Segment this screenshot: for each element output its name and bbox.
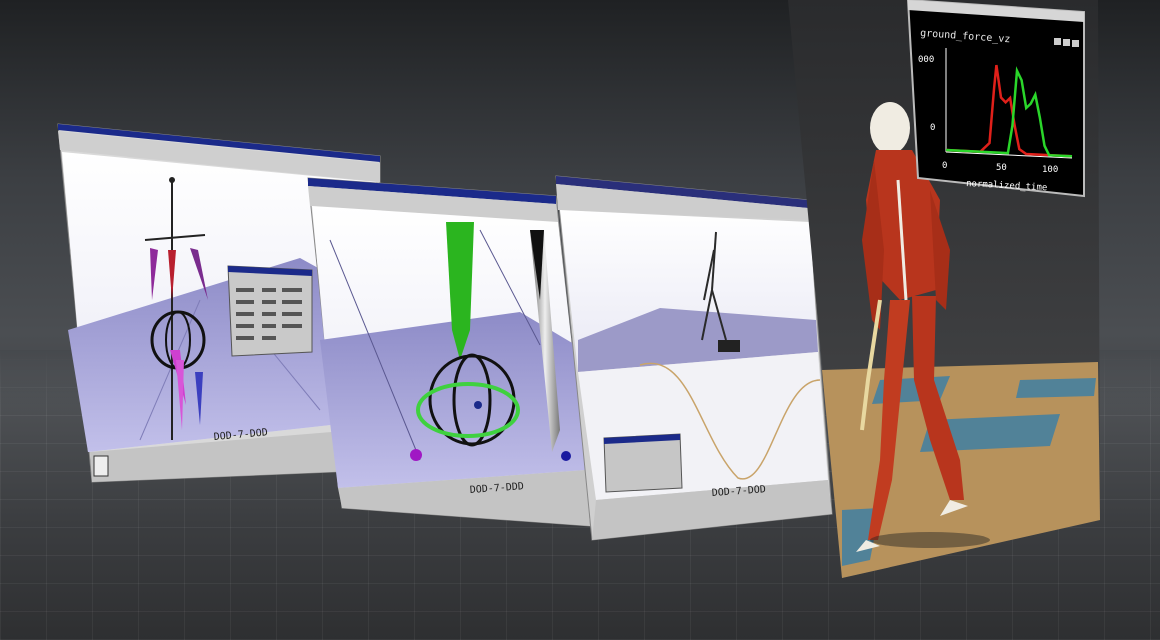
window-joint-manipulator[interactable]: DOD-7-DDD (307, 177, 591, 527)
desktop-scene: DOD-7-DOD DOD-7-DDD DOD-7-DOD ground_for… (0, 0, 1160, 640)
window-motion-curve[interactable]: DOD-7-DOD (555, 175, 833, 541)
y-tick-label: 000 (918, 55, 934, 65)
scene-muscle-simulation[interactable]: ground_force_vz 000 0 0 50 100 normalize… (788, 0, 1100, 578)
x-tick-label: 100 (1042, 165, 1058, 175)
minimize-icon[interactable] (1054, 38, 1061, 45)
x-tick-label: 50 (996, 163, 1007, 173)
close-icon[interactable] (1072, 40, 1079, 47)
y-tick-label: 0 (930, 123, 935, 133)
scene-svg: DOD-7-DOD DOD-7-DDD DOD-7-DOD ground_for… (57, 0, 1100, 578)
plot-window[interactable]: ground_force_vz 000 0 0 50 100 normalize… (906, 0, 1085, 198)
properties-panel[interactable] (227, 265, 313, 357)
x-tick-label: 0 (942, 161, 947, 171)
maximize-icon[interactable] (1063, 39, 1070, 46)
logo-icon (93, 455, 109, 477)
